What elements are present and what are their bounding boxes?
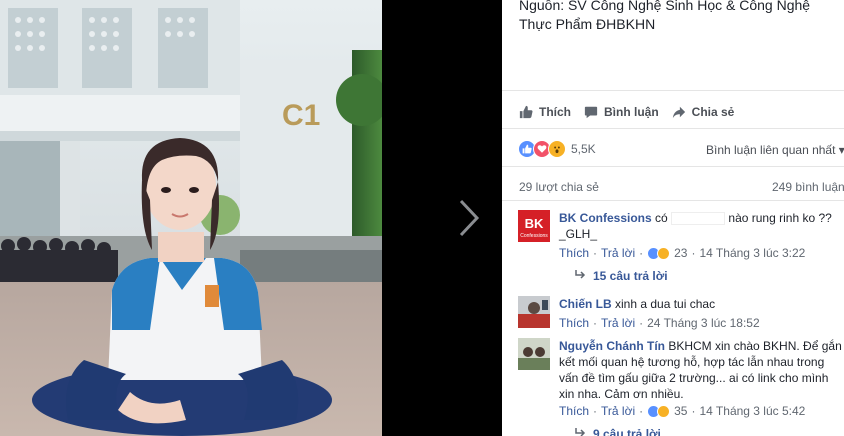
reaction-summary[interactable]: 5,5K <box>518 140 596 158</box>
avatar[interactable] <box>518 338 550 370</box>
divider <box>502 90 844 91</box>
comment-text-part: có <box>655 211 668 225</box>
comment-body: Nguyễn Chánh Tín BKHCM xin chào BKHN. Để… <box>559 338 843 402</box>
view-replies-link[interactable]: 15 câu trả lời <box>575 269 668 283</box>
comment-author[interactable]: BK Confessions <box>559 211 652 225</box>
share-count[interactable]: 29 lượt chia sẻ <box>519 180 599 194</box>
divider <box>502 200 844 201</box>
post-side-panel: Nguồn: SV Công Nghệ Sinh Học & Công Nghệ… <box>502 0 844 436</box>
comment-label: Bình luận <box>604 105 659 119</box>
comment-body: Chiến LB xinh a dua tui chac <box>559 296 843 312</box>
comment-sort-dropdown[interactable]: Bình luận liên quan nhất ▾ <box>706 143 844 157</box>
comment-text: xinh a dua tui chac <box>615 297 716 311</box>
haha-reaction-icon <box>657 246 671 260</box>
like-button[interactable]: Thích <box>518 102 571 122</box>
comment-reply-link[interactable]: Trả lời <box>601 316 635 330</box>
replies-label: 9 câu trả lời <box>593 427 661 436</box>
share-button[interactable]: Chia sẻ <box>671 102 735 122</box>
comment-item: BK Confessions BK Confessions có nào run… <box>518 210 840 290</box>
comment-meta: Thích · Trả lời · 23 · 14 Tháng 3 lúc 3:… <box>559 246 806 260</box>
haha-reaction-icon <box>657 404 671 418</box>
wow-reaction-icon <box>548 140 566 158</box>
comment-reactions[interactable] <box>647 246 671 260</box>
chevron-right-icon <box>459 199 480 237</box>
divider <box>502 166 844 167</box>
post-actions: Thích Bình luận Chia sẻ <box>518 102 746 122</box>
comment-reply-link[interactable]: Trả lời <box>601 246 635 260</box>
comment-reply-link[interactable]: Trả lời <box>601 404 635 418</box>
comment-meta: Thích · Trả lời · 35 · 14 Tháng 3 lúc 5:… <box>559 404 806 418</box>
comment-author[interactable]: Nguyễn Chánh Tín <box>559 339 665 353</box>
comment-like-link[interactable]: Thích <box>559 404 589 418</box>
reply-arrow-icon <box>575 427 587 436</box>
caption-line-1: Nguồn: SV Công Nghệ Sinh Học & Công Nghệ <box>519 0 811 13</box>
avatar[interactable] <box>518 296 550 328</box>
svg-text:BK: BK <box>525 216 544 231</box>
comment-author[interactable]: Chiến LB <box>559 297 612 311</box>
comment-item: Chiến LB xinh a dua tui chac Thích · Trả… <box>518 296 840 336</box>
comment-time[interactable]: 14 Tháng 3 lúc 3:22 <box>699 246 805 260</box>
comment-reaction-count: 23 <box>674 246 688 260</box>
comment-like-link[interactable]: Thích <box>559 246 589 260</box>
comment-button[interactable]: Bình luận <box>583 102 659 122</box>
avatar[interactable]: BK Confessions <box>518 210 550 242</box>
post-caption: Nguồn: SV Công Nghệ Sinh Học & Công Nghệ… <box>519 0 839 34</box>
post-photo[interactable]: C1 <box>0 0 382 436</box>
comment-count[interactable]: 249 bình luận <box>772 180 844 194</box>
comment-item: Nguyễn Chánh Tín BKHCM xin chào BKHN. Để… <box>518 338 843 436</box>
view-replies-link[interactable]: 9 câu trả lời <box>575 427 661 436</box>
replies-label: 15 câu trả lời <box>593 269 668 283</box>
share-label: Chia sẻ <box>691 105 735 119</box>
comment-reactions[interactable] <box>647 404 671 418</box>
reply-arrow-icon <box>575 269 587 283</box>
redacted-text <box>671 212 726 226</box>
comment-icon <box>583 104 599 120</box>
comment-like-link[interactable]: Thích <box>559 316 589 330</box>
comment-meta: Thích · Trả lời · 24 Tháng 3 lúc 18:52 <box>559 316 760 330</box>
share-icon <box>671 104 687 120</box>
divider <box>502 128 844 129</box>
comment-time[interactable]: 24 Tháng 3 lúc 18:52 <box>647 316 760 330</box>
building-label: C1 <box>282 99 320 132</box>
next-photo-button[interactable] <box>452 196 486 240</box>
comment-time[interactable]: 14 Tháng 3 lúc 5:42 <box>699 404 805 418</box>
thumbs-up-icon <box>518 104 534 120</box>
photo-viewer: C1 <box>0 0 502 436</box>
reaction-count: 5,5K <box>571 142 596 156</box>
svg-text:Confessions: Confessions <box>520 233 548 239</box>
comment-body: BK Confessions có nào rung rinh ko ?? _G… <box>559 210 843 242</box>
like-label: Thích <box>539 105 571 119</box>
caption-line-2: Thực Phẩm ĐHBKHN <box>519 16 656 32</box>
comment-reaction-count: 35 <box>674 404 688 418</box>
